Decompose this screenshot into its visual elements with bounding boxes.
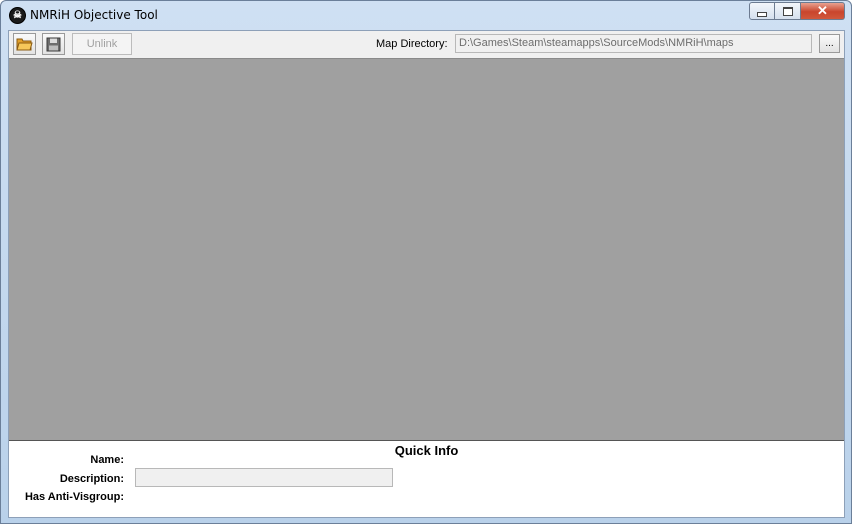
app-window: ☠ NMRiH Objective Tool ✕ Unlink Map Dire… <box>0 0 852 524</box>
client-area: Unlink Map Directory: D:\Games\Steam\ste… <box>8 30 845 518</box>
maximize-button[interactable] <box>775 2 801 20</box>
quick-info-panel: Quick Info Name: Description: Has Anti-V… <box>9 440 844 517</box>
map-directory-field[interactable]: D:\Games\Steam\steamapps\SourceMods\NMRi… <box>455 34 812 53</box>
toolbar: Unlink Map Directory: D:\Games\Steam\ste… <box>9 31 844 58</box>
minimize-icon <box>757 11 767 17</box>
save-button[interactable] <box>42 33 65 55</box>
window-controls: ✕ <box>749 2 845 20</box>
quick-info-title: Quick Info <box>394 443 459 458</box>
name-label: Name: <box>90 454 124 466</box>
unlink-button[interactable]: Unlink <box>72 33 132 55</box>
open-folder-icon <box>16 38 33 51</box>
description-field[interactable] <box>135 468 393 487</box>
open-button[interactable] <box>13 33 36 55</box>
objective-canvas[interactable] <box>9 58 844 440</box>
window-title: NMRiH Objective Tool <box>30 8 158 22</box>
skull-icon[interactable]: ☠ <box>9 7 26 24</box>
description-label: Description: <box>59 473 124 485</box>
anti-visgroup-label: Has Anti-Visgroup: <box>24 491 124 503</box>
minimize-button[interactable] <box>749 2 775 20</box>
close-button[interactable]: ✕ <box>801 2 845 20</box>
maximize-icon <box>782 6 793 16</box>
save-disk-icon <box>46 37 61 51</box>
title-bar[interactable]: ☠ NMRiH Objective Tool ✕ <box>1 1 851 30</box>
close-icon: ✕ <box>817 3 828 18</box>
map-directory-label: Map Directory: <box>376 38 448 50</box>
browse-button[interactable]: ... <box>819 34 840 53</box>
